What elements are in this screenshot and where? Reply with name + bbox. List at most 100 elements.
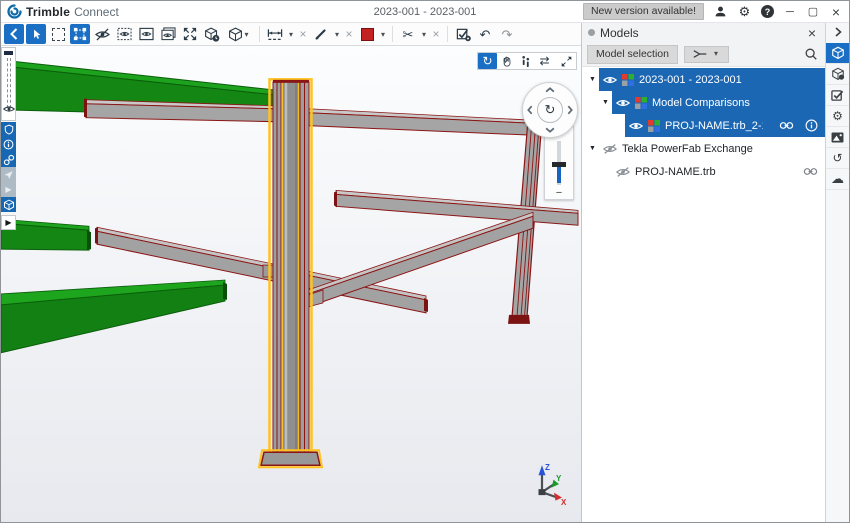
- visibility-eye-icon[interactable]: [3, 101, 15, 119]
- section-clear-icon[interactable]: ×: [430, 27, 442, 41]
- caret-down-icon[interactable]: ▾: [243, 30, 251, 39]
- maximize-button[interactable]: ▢: [806, 5, 820, 18]
- measure-tool-button[interactable]: [265, 24, 285, 44]
- axis-y-label: Y: [556, 474, 562, 483]
- color-caret-icon[interactable]: ▾: [379, 30, 387, 39]
- tree-row-body[interactable]: PROJ-NAME.trb_2-1 - (diff).trb: [625, 114, 825, 137]
- markup-pen-button[interactable]: [311, 24, 331, 44]
- expand-triangle-icon[interactable]: ▼: [586, 137, 599, 160]
- tree-row[interactable]: ▼Model Comparisons: [582, 91, 825, 114]
- show-all-button[interactable]: [136, 24, 156, 44]
- minimize-button[interactable]: ─: [783, 6, 797, 18]
- axis-x-label: X: [561, 498, 567, 507]
- visibility-eye-icon[interactable]: [603, 74, 617, 86]
- section-cut-button[interactable]: ✂: [398, 24, 418, 44]
- look-around-button[interactable]: ⇄: [535, 53, 554, 69]
- info-icon[interactable]: [805, 119, 818, 132]
- update-available-button[interactable]: New version available!: [583, 3, 704, 20]
- model-comparison-icon: [648, 120, 660, 132]
- help-icon[interactable]: ?: [761, 5, 774, 18]
- markup-settings-button[interactable]: [453, 24, 473, 44]
- zoom-out-button[interactable]: −: [556, 187, 562, 199]
- link-button[interactable]: [1, 152, 16, 167]
- hide-object-button[interactable]: [92, 24, 112, 44]
- fit-view-button[interactable]: [180, 24, 200, 44]
- model-scene[interactable]: Z Y X: [1, 46, 581, 522]
- reference-models-tab-icon[interactable]: [826, 64, 849, 85]
- tree-row[interactable]: ▼2023-001 - 2023-001: [582, 68, 825, 91]
- models-panel: Models × Model selection ▾ ▼2023-001 - 2…: [581, 23, 825, 522]
- visibility-eye-icon[interactable]: [629, 120, 643, 132]
- pan-mode-button[interactable]: [497, 53, 516, 69]
- fullscreen-button[interactable]: [557, 53, 576, 69]
- user-account-icon[interactable]: [713, 4, 728, 19]
- section-caret-icon[interactable]: ▾: [420, 30, 428, 39]
- search-icon[interactable]: [802, 47, 820, 61]
- measure-clear-icon[interactable]: ×: [297, 27, 309, 41]
- tree-row-body[interactable]: PROJ-NAME.trb: [612, 160, 825, 183]
- models-tab-icon[interactable]: [826, 43, 849, 64]
- pen-clear-icon[interactable]: ×: [343, 27, 355, 41]
- tree-row[interactable]: PROJ-NAME.trb: [582, 160, 825, 183]
- 3d-viewport[interactable]: Z Y X: [1, 46, 581, 522]
- visibility-eye-off-icon[interactable]: [603, 143, 617, 155]
- protection-shield-button[interactable]: [1, 122, 16, 137]
- close-button[interactable]: ×: [829, 4, 843, 20]
- settings-gear-icon[interactable]: ⚙: [737, 4, 752, 19]
- zoom-slider-track[interactable]: [557, 141, 561, 185]
- shared-link-icon[interactable]: [779, 121, 794, 130]
- panel-close-icon[interactable]: ×: [805, 25, 819, 41]
- collapse-panel-chevron-icon[interactable]: [826, 23, 849, 41]
- walk-mode-button[interactable]: [516, 53, 535, 69]
- app-logo: Trimble Connect: [7, 4, 119, 19]
- twisty-spacer: [612, 114, 625, 137]
- redo-button[interactable]: ↷: [497, 24, 517, 44]
- expand-triangle-icon[interactable]: ▼: [586, 68, 599, 91]
- area-select-button[interactable]: [70, 24, 90, 44]
- tree-row[interactable]: ▼Tekla PowerFab Exchange: [582, 137, 825, 160]
- tree-row-body[interactable]: Tekla PowerFab Exchange: [599, 137, 825, 160]
- axis-z-label: Z: [545, 463, 550, 472]
- viewport-tool-stack: ▶ ▶: [1, 47, 16, 230]
- navigation-wheel[interactable]: ↻: [522, 82, 578, 138]
- tree-row[interactable]: PROJ-NAME.trb_2-1 - (diff).trb: [582, 114, 825, 137]
- toolbar-separator: [447, 26, 448, 42]
- shared-link-icon[interactable]: [803, 167, 818, 176]
- main-toolbar: ▾ ▾ × ▾ × ▾ ✂ ▾: [1, 23, 581, 46]
- view-cube-button[interactable]: ▾: [224, 24, 254, 44]
- tree-row-body[interactable]: 2023-001 - 2023-001: [599, 68, 825, 91]
- select-cursor-button[interactable]: [26, 24, 46, 44]
- orbit-center-button[interactable]: ↻: [537, 97, 563, 123]
- model-cube-button[interactable]: [1, 197, 16, 212]
- slider-handle[interactable]: [4, 51, 13, 55]
- model-selection-button[interactable]: Model selection: [587, 45, 678, 64]
- todos-tab-icon[interactable]: [826, 85, 849, 106]
- measure-caret-icon[interactable]: ▾: [287, 30, 295, 39]
- properties-tab-icon[interactable]: ⚙: [826, 106, 849, 127]
- models-panel-header: Models ×: [582, 23, 825, 42]
- marquee-icon: [52, 28, 65, 41]
- zoom-slider-handle[interactable]: [552, 162, 566, 167]
- show-selection-only-button[interactable]: [114, 24, 134, 44]
- expand-triangle-icon[interactable]: ▼: [599, 91, 612, 114]
- sync-cloud-icon[interactable]: ☁: [826, 169, 849, 190]
- tree-row-body[interactable]: Model Comparisons: [612, 91, 825, 114]
- model-history-button[interactable]: [202, 24, 222, 44]
- show-layers-button[interactable]: [158, 24, 178, 44]
- visibility-eye-icon[interactable]: [616, 97, 630, 109]
- back-button[interactable]: [4, 24, 24, 44]
- history-tab-icon[interactable]: ↺: [826, 148, 849, 169]
- undo-button[interactable]: ↶: [475, 24, 495, 44]
- views-tab-icon[interactable]: [826, 127, 849, 148]
- visibility-eye-off-icon[interactable]: [616, 166, 630, 178]
- info-button[interactable]: [1, 137, 16, 152]
- selected-column[interactable]: [259, 79, 322, 467]
- expand-stack-button[interactable]: ▶: [1, 215, 16, 230]
- pen-caret-icon[interactable]: ▾: [333, 30, 341, 39]
- model-merge-button[interactable]: ▾: [684, 46, 729, 63]
- merge-icon: [693, 49, 708, 59]
- orbit-mode-button[interactable]: ↻: [478, 53, 497, 69]
- clip-plane-slider[interactable]: [1, 47, 16, 121]
- marquee-select-button[interactable]: [48, 24, 68, 44]
- markup-color-button[interactable]: [357, 24, 377, 44]
